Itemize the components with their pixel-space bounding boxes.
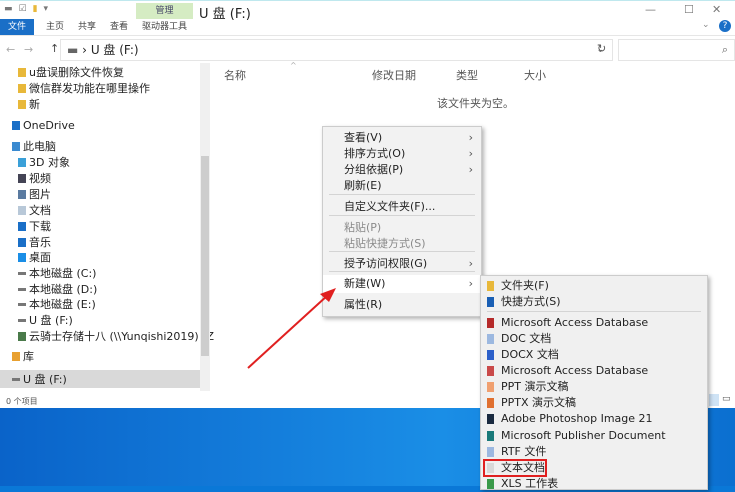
- annotation-arrow: [247, 288, 336, 369]
- arrow-shaft: [247, 294, 329, 369]
